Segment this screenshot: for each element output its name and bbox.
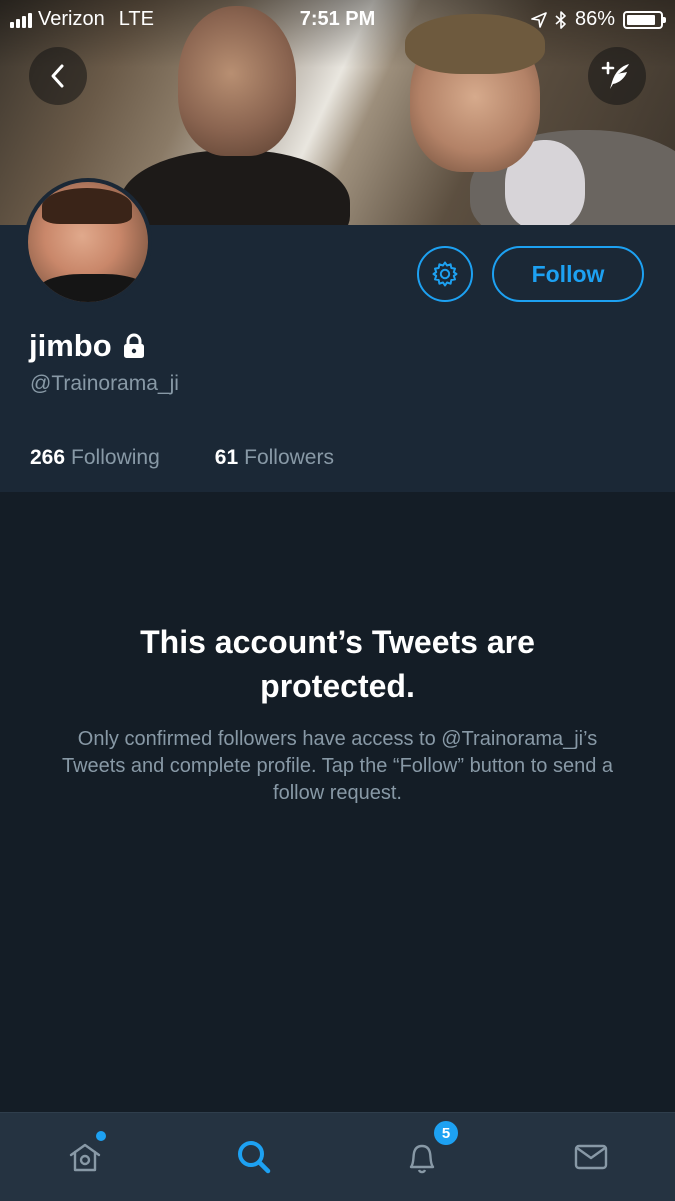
protected-title: This account’s Tweets are protected. bbox=[140, 624, 535, 704]
home-icon bbox=[69, 1143, 101, 1172]
follow-button[interactable]: Follow bbox=[492, 246, 644, 302]
profile-stats: 266 Following 61 Followers bbox=[30, 446, 334, 470]
profile-name: jimbo bbox=[29, 328, 112, 363]
compose-tweet-icon bbox=[601, 61, 629, 89]
envelope-icon bbox=[574, 1144, 608, 1170]
tab-messages[interactable] bbox=[567, 1133, 615, 1181]
battery-fill bbox=[627, 14, 655, 25]
tab-notifications[interactable]: 5 bbox=[398, 1119, 460, 1181]
gear-icon bbox=[432, 261, 458, 287]
avatar-shirt bbox=[38, 274, 148, 302]
followers-label: Followers bbox=[244, 446, 334, 469]
protected-description: Only confirmed followers have access to … bbox=[61, 728, 614, 804]
tab-search[interactable] bbox=[230, 1133, 278, 1181]
followers-stat[interactable]: 61 Followers bbox=[215, 446, 334, 470]
profile-handle: @Trainorama_ji bbox=[30, 372, 179, 395]
settings-button[interactable] bbox=[417, 246, 473, 302]
profile-name-row: jimbo bbox=[29, 328, 146, 364]
followers-count: 61 bbox=[214, 446, 239, 469]
back-button[interactable] bbox=[29, 47, 87, 105]
home-unread-dot bbox=[96, 1131, 106, 1141]
following-stat[interactable]: 266 Following bbox=[30, 446, 160, 470]
lock-icon bbox=[123, 333, 144, 358]
following-count: 266 bbox=[30, 446, 66, 469]
avatar-hair bbox=[42, 188, 132, 224]
avatar-image bbox=[28, 182, 148, 302]
following-label: Following bbox=[71, 446, 160, 469]
battery-icon bbox=[623, 10, 666, 29]
tab-home[interactable] bbox=[61, 1131, 109, 1181]
bluetooth-icon bbox=[555, 10, 566, 29]
avatar[interactable] bbox=[24, 178, 152, 306]
compose-tweet-button[interactable] bbox=[588, 47, 646, 105]
status-bar-right: 86% bbox=[531, 8, 666, 31]
bottom-tab-bar: 5 bbox=[0, 1112, 675, 1201]
notifications-badge: 5 bbox=[432, 1119, 460, 1147]
location-arrow-icon bbox=[531, 11, 547, 28]
status-bar: Verizon LTE 7:51 PM 86% bbox=[0, 0, 675, 38]
battery-percent: 86% bbox=[574, 8, 615, 30]
chevron-left-icon bbox=[51, 64, 64, 88]
search-icon bbox=[238, 1141, 271, 1174]
banner-figure-left-body bbox=[120, 150, 350, 225]
